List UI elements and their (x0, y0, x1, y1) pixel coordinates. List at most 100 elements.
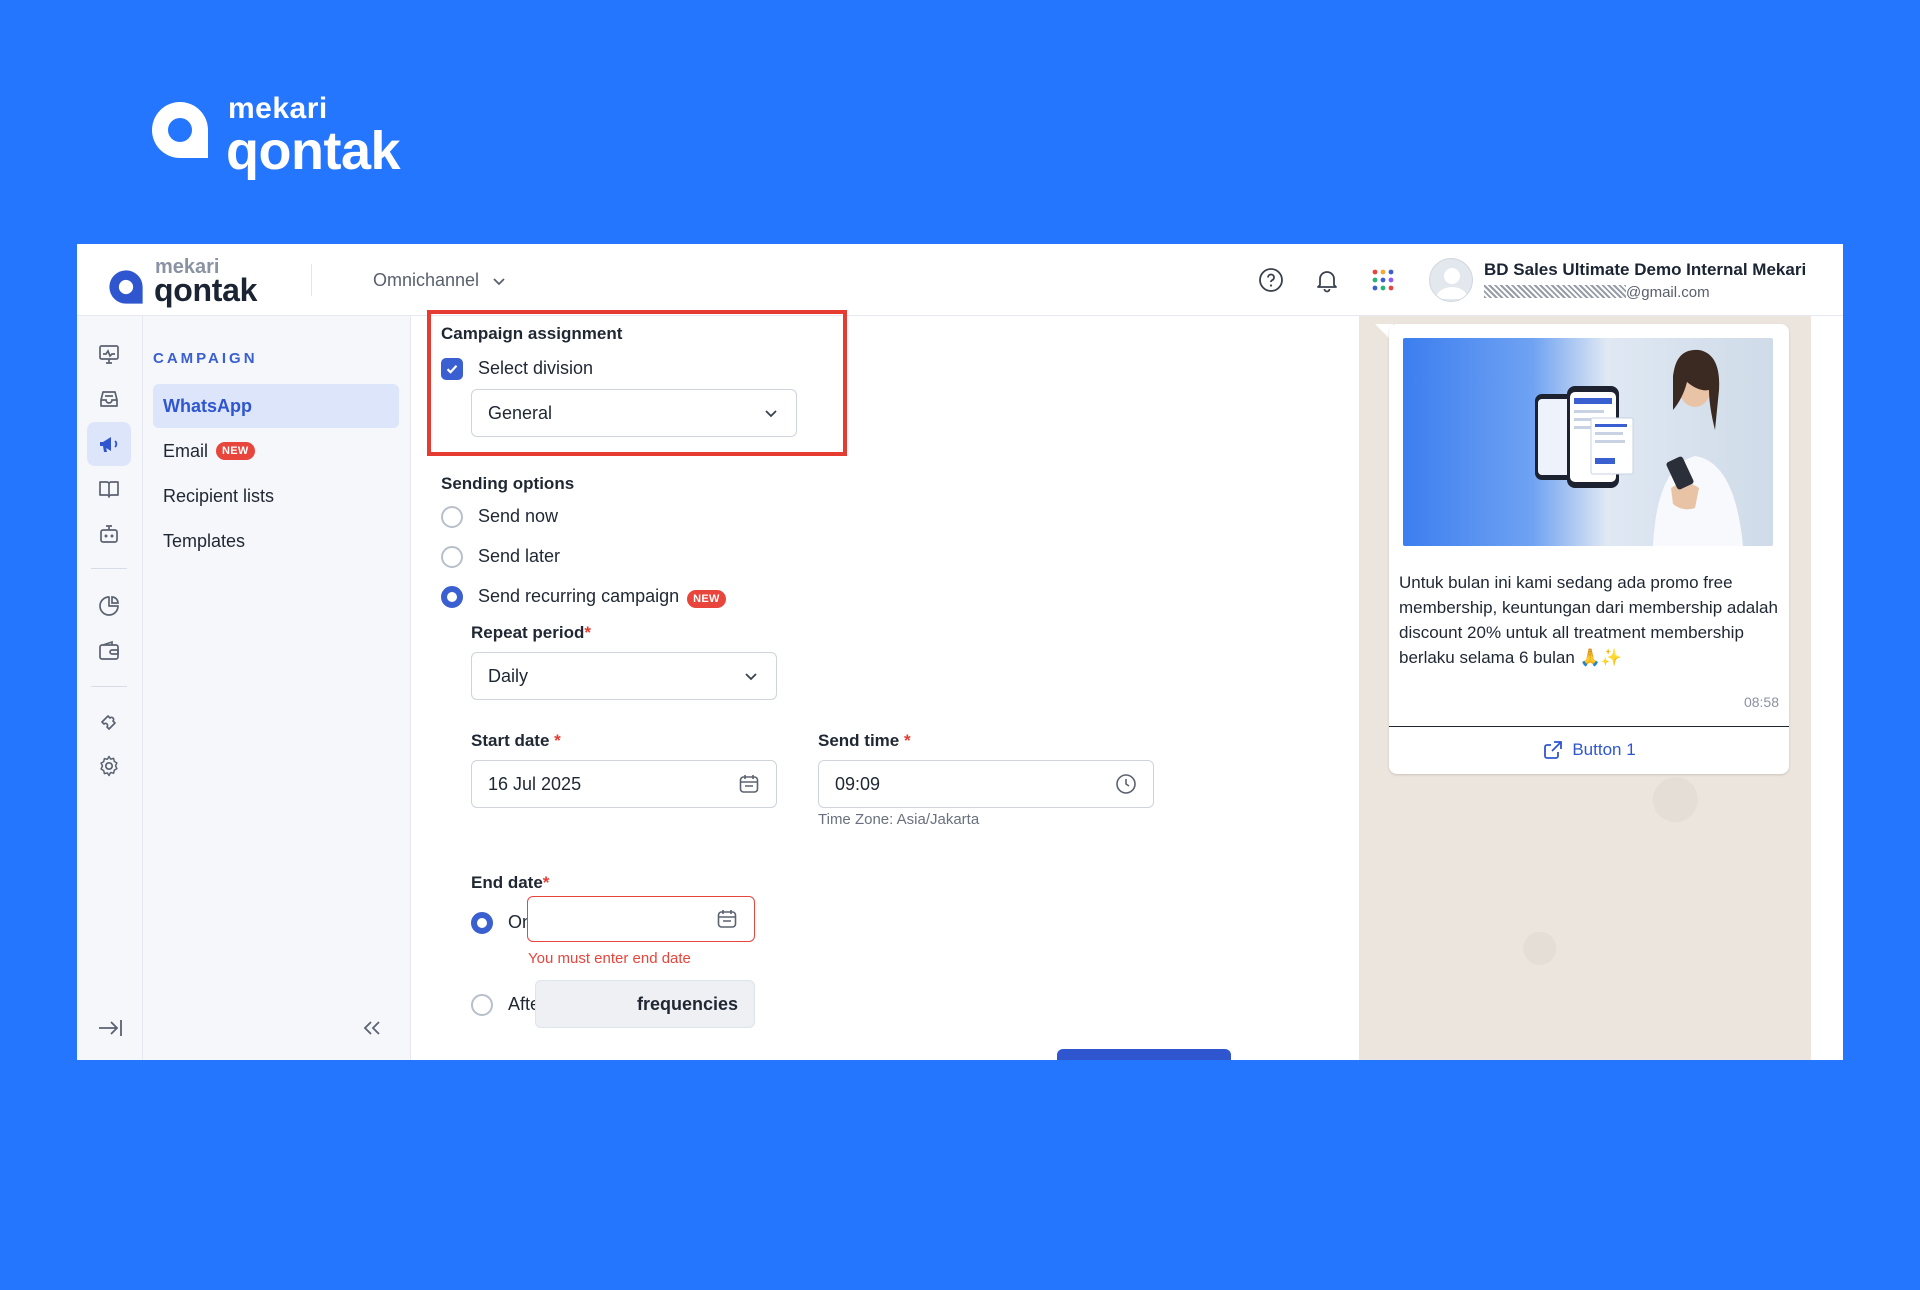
subnav-item-recipient-lists[interactable]: Recipient lists (153, 474, 399, 518)
division-select-value: General (488, 402, 553, 423)
app-window: mekari qontak Omnichannel BD Sales Ultim… (77, 244, 1843, 1060)
chevron-down-icon (765, 410, 777, 418)
subnav-title: CAMPAIGN (153, 350, 258, 367)
puzzle-icon[interactable] (87, 699, 131, 743)
inbox-icon[interactable] (87, 377, 131, 421)
message-time: 08:58 (1743, 694, 1779, 710)
division-select[interactable]: General (471, 389, 797, 437)
product-switcher[interactable]: Omnichannel (373, 270, 507, 291)
message-bubble: Untuk bulan ini kami sedang ada promo fr… (1389, 324, 1789, 774)
frequency-input[interactable]: frequencies (535, 980, 755, 1028)
message-image (1403, 338, 1773, 546)
send-now-radio[interactable] (441, 506, 463, 528)
send-recurring-radio[interactable] (441, 586, 463, 608)
topbar-divider (311, 264, 312, 296)
user-name: BD Sales Ultimate Demo Internal Mekari (1484, 260, 1807, 279)
send-later-label: Send later (478, 546, 561, 566)
send-time-value: 09:09 (835, 773, 881, 794)
sending-options-title: Sending options (441, 474, 575, 493)
top-bar: mekari qontak Omnichannel BD Sales Ultim… (77, 244, 1843, 316)
subnav-item-whatsapp[interactable]: WhatsApp (153, 384, 399, 428)
select-division-label: Select division (478, 358, 594, 378)
end-date-input[interactable] (527, 896, 755, 942)
repeat-period-select[interactable]: Daily (471, 652, 777, 700)
campaign-assignment-title: Campaign assignment (441, 324, 623, 343)
start-date-label: Start date * (471, 731, 561, 751)
bot-icon[interactable] (87, 512, 131, 556)
required-mark: * (903, 731, 911, 750)
new-badge: NEW (687, 590, 726, 608)
qontak-logo-icon (152, 102, 208, 158)
end-date-text: End date (471, 873, 543, 892)
avatar (1429, 258, 1473, 302)
clock-icon[interactable] (1115, 773, 1137, 795)
user-email-suffix: @gmail.com (1626, 284, 1710, 301)
select-division-checkbox[interactable] (441, 358, 463, 380)
qontak-logo-icon (109, 270, 143, 304)
start-date-text: Start date (471, 731, 550, 750)
subnav-item-label: Recipient lists (163, 485, 275, 506)
app-grid-icon[interactable] (1369, 266, 1397, 294)
message-cta-button[interactable]: Button 1 (1389, 727, 1789, 773)
campaign-form: Campaign assignment Select division Gene… (411, 310, 1359, 1060)
subnav-item-label: Email (163, 440, 209, 461)
masked-email (1484, 285, 1626, 298)
send-now-label: Send now (478, 506, 559, 526)
new-badge: NEW (216, 442, 255, 460)
book-icon[interactable] (87, 467, 131, 511)
timezone-helper: Time Zone: Asia/Jakarta (818, 811, 980, 828)
cta-button-label: Button 1 (1572, 740, 1636, 759)
hero-brand-main: qontak (226, 121, 401, 181)
icon-rail (77, 316, 143, 1060)
end-on-radio[interactable] (471, 912, 493, 934)
dashboard-icon[interactable] (87, 332, 131, 376)
external-link-icon (1544, 741, 1563, 759)
product-switcher-label: Omnichannel (373, 270, 480, 290)
check-icon (446, 364, 458, 374)
submit-button[interactable] (1057, 1049, 1231, 1060)
send-recurring-text: Send recurring campaign (478, 586, 680, 606)
repeat-period-value: Daily (488, 665, 529, 686)
chevron-down-icon (745, 673, 757, 681)
repeat-period-label: Repeat period* (471, 623, 591, 643)
calendar-icon[interactable] (716, 908, 738, 930)
user-menu[interactable]: BD Sales Ultimate Demo Internal Mekari @… (1429, 258, 1843, 304)
subnav-item-label: WhatsApp (163, 395, 252, 416)
subnav-item-email[interactable]: Email NEW (153, 429, 399, 473)
megaphone-icon[interactable] (87, 422, 131, 466)
help-icon[interactable] (1257, 266, 1285, 294)
chevron-down-icon (493, 277, 505, 285)
send-time-label: Send time * (818, 731, 911, 751)
app-logo[interactable]: mekari qontak (107, 254, 277, 308)
gear-icon[interactable] (87, 744, 131, 788)
bell-icon[interactable] (1313, 266, 1341, 294)
required-mark: * (554, 731, 561, 750)
send-time-text: Send time (818, 731, 900, 750)
whatsapp-preview: Untuk bulan ini kami sedang ada promo fr… (1359, 316, 1811, 1060)
calendar-icon[interactable] (738, 773, 760, 795)
user-email: @gmail.com (1484, 284, 1710, 301)
campaign-subnav: CAMPAIGN WhatsApp Email NEW Recipient li… (143, 316, 411, 1060)
send-recurring-label: Send recurring campaign NEW (478, 586, 726, 608)
rail-divider (91, 686, 127, 687)
message-text: Untuk bulan ini kami sedang ada promo fr… (1399, 573, 1778, 667)
pie-chart-icon[interactable] (87, 584, 131, 628)
collapse-sidebar-icon[interactable] (358, 1014, 386, 1042)
frequency-unit: frequencies (636, 993, 738, 1014)
wallet-icon[interactable] (87, 629, 131, 673)
expand-rail-icon[interactable] (95, 1014, 125, 1042)
preview-panel: Untuk bulan ini kami sedang ada promo fr… (1359, 316, 1843, 1060)
end-date-error: You must enter end date (528, 950, 691, 967)
app-brand-main: qontak (154, 272, 258, 308)
end-after-radio[interactable] (471, 994, 493, 1016)
start-date-value: 16 Jul 2025 (488, 773, 582, 794)
repeat-period-text: Repeat period (471, 623, 585, 642)
start-date-input[interactable]: 16 Jul 2025 (471, 760, 777, 808)
send-later-radio[interactable] (441, 546, 463, 568)
send-time-input[interactable]: 09:09 (818, 760, 1154, 808)
required-mark: * (584, 623, 591, 642)
subnav-item-templates[interactable]: Templates (153, 519, 399, 563)
subnav-item-label: Templates (163, 530, 246, 551)
end-date-label: End date* (471, 873, 549, 893)
rail-divider (91, 568, 127, 569)
